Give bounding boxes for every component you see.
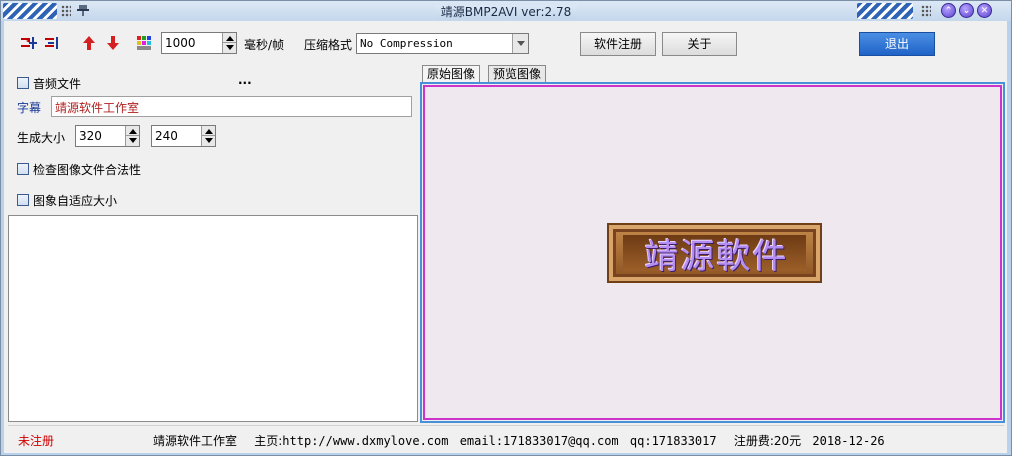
minimize-button[interactable]: ⌄ xyxy=(959,3,974,18)
close-button[interactable]: ✕ xyxy=(977,3,992,18)
stepper-up-icon[interactable] xyxy=(129,129,137,134)
color-palette-icon[interactable] xyxy=(136,35,154,51)
register-button[interactable]: 软件注册 xyxy=(580,32,656,56)
stepper-down-icon[interactable] xyxy=(226,45,234,50)
homepage-link[interactable]: http://www.dxmylove.com xyxy=(282,434,448,448)
options-panel: 音频文件 ... 字幕 靖源软件工作室 生成大小 320 240 检查图像文件合… xyxy=(8,65,418,217)
subtitle-value: 靖源软件工作室 xyxy=(55,101,140,115)
studio-logo: 靖源軟件 xyxy=(607,223,822,283)
auto-fit-label: 图象自适应大小 xyxy=(33,194,118,208)
audio-checkbox[interactable] xyxy=(17,77,29,89)
move-down-icon[interactable] xyxy=(104,35,122,51)
compression-label: 压缩格式 xyxy=(304,38,353,52)
client-area: 1000 毫秒/帧 压缩格式 No Compression 软件注册 关于 退出… xyxy=(4,21,1007,453)
audio-label: 音频文件 xyxy=(33,77,82,91)
app-window: 靖源BMP2AVI ver:2.78 ⌃ ⌄ ✕ 1000 毫秒/帧 压缩格式 … xyxy=(0,0,1012,456)
about-button[interactable]: 关于 xyxy=(662,32,737,56)
title-bar[interactable]: 靖源BMP2AVI ver:2.78 ⌃ ⌄ ✕ xyxy=(1,1,1011,21)
restore-button[interactable]: ⌃ xyxy=(941,3,956,18)
subtitle-input[interactable]: 靖源软件工作室 xyxy=(51,96,412,117)
subtitle-label: 字幕 xyxy=(17,101,42,115)
compression-select[interactable]: No Compression xyxy=(356,33,529,54)
frame-interval-value: 1000 xyxy=(165,36,196,50)
audio-browse-button[interactable]: ... xyxy=(238,73,252,87)
status-bar: 未注册 靖源软件工作室 主页:http://www.dxmylove.com e… xyxy=(8,425,1004,451)
qq-text: qq:171833017 xyxy=(629,434,717,448)
width-stepper[interactable]: 320 xyxy=(75,125,140,147)
stepper-down-icon[interactable] xyxy=(129,138,137,143)
preview-frame: 靖源軟件 xyxy=(420,82,1005,423)
stepper-up-icon[interactable] xyxy=(226,36,234,41)
chevron-down-icon[interactable] xyxy=(512,34,528,53)
homepage-label: 主页: xyxy=(254,434,283,448)
stepper-buttons[interactable] xyxy=(222,33,236,53)
output-size-label: 生成大小 xyxy=(17,131,66,145)
studio-name: 靖源软件工作室 xyxy=(153,434,238,448)
image-file-list[interactable] xyxy=(8,215,418,422)
fee-value: 20元 xyxy=(773,434,802,448)
toolbar: 1000 毫秒/帧 压缩格式 No Compression 软件注册 关于 退出 xyxy=(4,21,1007,65)
preview-canvas[interactable]: 靖源軟件 xyxy=(423,85,1002,420)
stepper-down-icon[interactable] xyxy=(205,138,213,143)
move-up-icon[interactable] xyxy=(80,35,98,51)
check-image-label: 检查图像文件合法性 xyxy=(33,163,142,177)
studio-info: 靖源软件工作室 主页:http://www.dxmylove.com email… xyxy=(153,432,885,449)
email-text: email:171833017@qq.com xyxy=(459,434,619,448)
tab-original-image[interactable]: 原始图像 xyxy=(422,65,481,82)
studio-logo-text: 靖源軟件 xyxy=(644,237,789,277)
remove-frames-icon[interactable] xyxy=(44,35,62,51)
auto-fit-checkbox[interactable] xyxy=(17,194,29,206)
fee-label: 注册费: xyxy=(733,434,774,448)
tab-preview-image[interactable]: 预览图像 xyxy=(488,65,547,82)
width-value: 320 xyxy=(79,129,102,143)
height-value: 240 xyxy=(155,129,178,143)
stepper-up-icon[interactable] xyxy=(205,129,213,134)
frame-interval-stepper[interactable]: 1000 xyxy=(161,32,237,54)
grip-dots-icon xyxy=(921,5,931,17)
compression-value: No Compression xyxy=(360,37,453,50)
height-stepper[interactable]: 240 xyxy=(151,125,216,147)
date-text: 2018-12-26 xyxy=(812,434,885,448)
check-image-checkbox[interactable] xyxy=(17,163,29,175)
add-frames-icon[interactable] xyxy=(20,35,38,51)
registration-status: 未注册 xyxy=(18,434,55,448)
frame-interval-unit: 毫秒/帧 xyxy=(244,38,285,52)
exit-button[interactable]: 退出 xyxy=(859,32,935,56)
title-bar-decoration-right xyxy=(857,3,913,19)
